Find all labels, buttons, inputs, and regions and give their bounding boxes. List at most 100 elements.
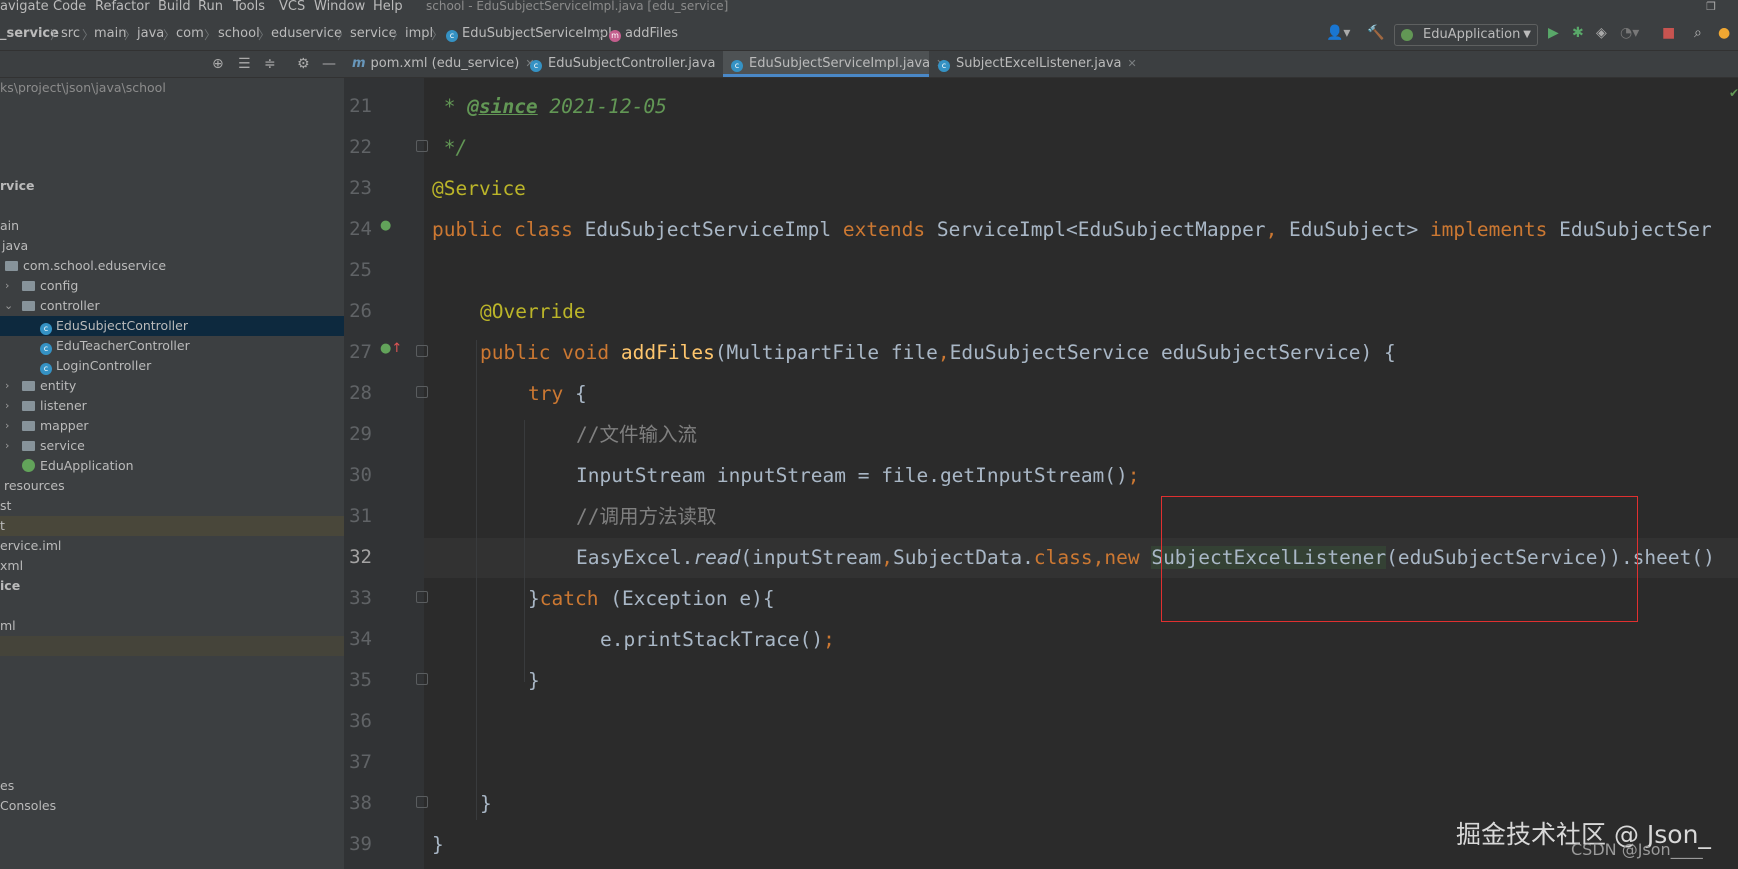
profiler-icon[interactable]: ◔▾ [1620, 25, 1639, 41]
menu-tools[interactable]: Tools [233, 0, 265, 14]
menu-code[interactable]: Code [53, 0, 86, 14]
tree-item-edu-teacher-controller[interactable]: c EduTeacherController [0, 336, 344, 356]
menu-refactor[interactable]: Refactor [95, 0, 150, 14]
hide-panel-icon[interactable]: — [322, 56, 336, 72]
tree-item-label: java [2, 238, 29, 253]
code-token: public void [480, 341, 621, 364]
fold-marker-icon[interactable] [416, 796, 428, 808]
user-icon[interactable]: 👤▾ [1326, 25, 1350, 41]
tree-item-highlighted[interactable] [0, 636, 344, 656]
breadcrumb-class[interactable]: c EduSubjectServiceImpl [446, 26, 612, 42]
tree-item-test[interactable]: st [0, 496, 344, 516]
tab-subject-excel-listener[interactable]: c SubjectExcelListener.java ✕ [938, 51, 1137, 77]
tab-pom-xml[interactable]: mpom.xml (edu_service)✕ [352, 51, 535, 77]
breadcrumb-impl[interactable]: impl [405, 26, 433, 42]
line-number: 29 [349, 423, 372, 445]
chevron-right-icon[interactable]: › [5, 436, 9, 456]
tree-item-module-2[interactable]: ice [0, 576, 344, 596]
breadcrumb-java[interactable]: java [137, 26, 164, 42]
chevron-down-icon[interactable]: ⌄ [4, 296, 13, 316]
line-number: 31 [349, 505, 372, 527]
fold-marker-icon[interactable] [416, 591, 428, 603]
breadcrumb-src[interactable]: src [61, 26, 80, 42]
tree-item-xml[interactable]: ml [0, 616, 344, 636]
chevron-right-icon[interactable]: › [5, 276, 9, 296]
menu-window[interactable]: Window [314, 0, 365, 14]
implements-icon[interactable]: ●↑ [380, 341, 402, 356]
collapse-all-icon[interactable]: ≑ [264, 56, 276, 72]
menu-navigate[interactable]: avigate [0, 0, 49, 14]
tree-item-entity[interactable]: › entity [0, 376, 344, 396]
code-token: (inputStream [740, 546, 882, 569]
fold-marker-icon[interactable] [416, 140, 428, 152]
tree-item-module[interactable]: rvice [0, 176, 344, 196]
inspection-ok-icon[interactable]: ✔ [1729, 86, 1738, 100]
run-configuration-select[interactable]: EduApplication ▼ [1394, 24, 1538, 46]
tree-item-edu-application[interactable]: EduApplication [0, 456, 344, 476]
chevron-right-icon[interactable]: › [5, 416, 9, 436]
fold-marker-icon[interactable] [416, 673, 428, 685]
code-token: extends [842, 218, 937, 241]
tree-item-label: controller [40, 298, 100, 313]
fold-marker-icon[interactable] [416, 386, 428, 398]
code-token: ; [1127, 464, 1140, 487]
chevron-right-icon[interactable]: › [5, 396, 9, 416]
indent-guide [524, 420, 525, 682]
fold-marker-icon[interactable] [416, 345, 428, 357]
close-icon[interactable]: ✕ [1128, 57, 1137, 70]
tree-item-iml[interactable]: ervice.iml [0, 536, 344, 556]
debug-icon[interactable]: ✱ [1572, 25, 1584, 41]
breadcrumb-eduservice[interactable]: eduservice [271, 26, 342, 42]
tree-item-label: es [0, 778, 15, 793]
tree-item-config[interactable]: › config [0, 276, 344, 296]
tab-edu-subject-service-impl[interactable]: cEduSubjectServiceImpl.java✕ [723, 51, 945, 77]
menu-run[interactable]: Run [198, 0, 223, 14]
chevron-right-icon[interactable]: › [5, 376, 9, 396]
method-icon: m [609, 30, 621, 42]
code-token: } [528, 587, 540, 610]
update-icon[interactable]: ● [1718, 25, 1730, 41]
breadcrumb-service[interactable]: service [350, 26, 397, 42]
gear-icon[interactable]: ⚙ [297, 56, 310, 72]
run-icon[interactable]: ▶ [1548, 25, 1559, 41]
class-icon: c [446, 30, 458, 42]
menu-help[interactable]: Help [373, 0, 403, 14]
locate-file-icon[interactable]: ⊕ [212, 56, 224, 72]
chevron-right-icon: 〉 [337, 28, 350, 42]
spring-bean-icon[interactable]: ● [380, 218, 391, 233]
menu-vcs[interactable]: VCS [279, 0, 305, 14]
tab-edu-subject-controller[interactable]: cEduSubjectController.java✕ [530, 51, 731, 77]
code-token: } [432, 833, 444, 856]
tree-item-target[interactable]: t [0, 516, 344, 536]
tree-item-java[interactable]: java [0, 236, 344, 256]
search-icon[interactable]: ⌕ [1694, 25, 1702, 41]
tree-item-mapper[interactable]: › mapper [0, 416, 344, 436]
tree-item-pom[interactable]: xml [0, 556, 344, 576]
coverage-icon[interactable]: ◈ [1596, 25, 1607, 41]
tree-item-consoles[interactable]: Consoles [0, 796, 344, 816]
code-token: */ [432, 136, 468, 159]
menu-build[interactable]: Build [158, 0, 191, 14]
code-token: } [528, 669, 540, 692]
tree-item-main[interactable]: ain [0, 216, 344, 236]
breadcrumb-school[interactable]: school [218, 26, 260, 42]
tree-item-service[interactable]: › service [0, 436, 344, 456]
line-number: 28 [349, 382, 372, 404]
tree-item-package-root[interactable]: com.school.eduservice [0, 256, 344, 276]
tree-item-listener[interactable]: › listener [0, 396, 344, 416]
stop-icon[interactable]: ■ [1662, 25, 1675, 41]
tree-item-libraries[interactable]: es [0, 776, 344, 796]
expand-all-icon[interactable]: ☰ [238, 56, 251, 72]
code-token: { [574, 382, 587, 405]
tree-item-controller[interactable]: ⌄ controller [0, 296, 344, 316]
tree-item-edu-subject-controller[interactable]: c EduSubjectController [0, 316, 344, 336]
tree-item-label: ain [0, 218, 20, 233]
tree-item-resources[interactable]: resources [0, 476, 344, 496]
tree-item-login-controller[interactable]: c LoginController [0, 356, 344, 376]
build-hammer-icon[interactable]: 🔨 [1367, 25, 1384, 41]
breadcrumb-method[interactable]: m addFiles [609, 26, 678, 42]
tab-label: SubjectExcelListener.java [956, 56, 1122, 71]
breadcrumb-com[interactable]: com [176, 26, 204, 42]
breadcrumb-main[interactable]: main [94, 26, 126, 42]
restore-window-icon[interactable]: ❐ [1706, 0, 1716, 13]
